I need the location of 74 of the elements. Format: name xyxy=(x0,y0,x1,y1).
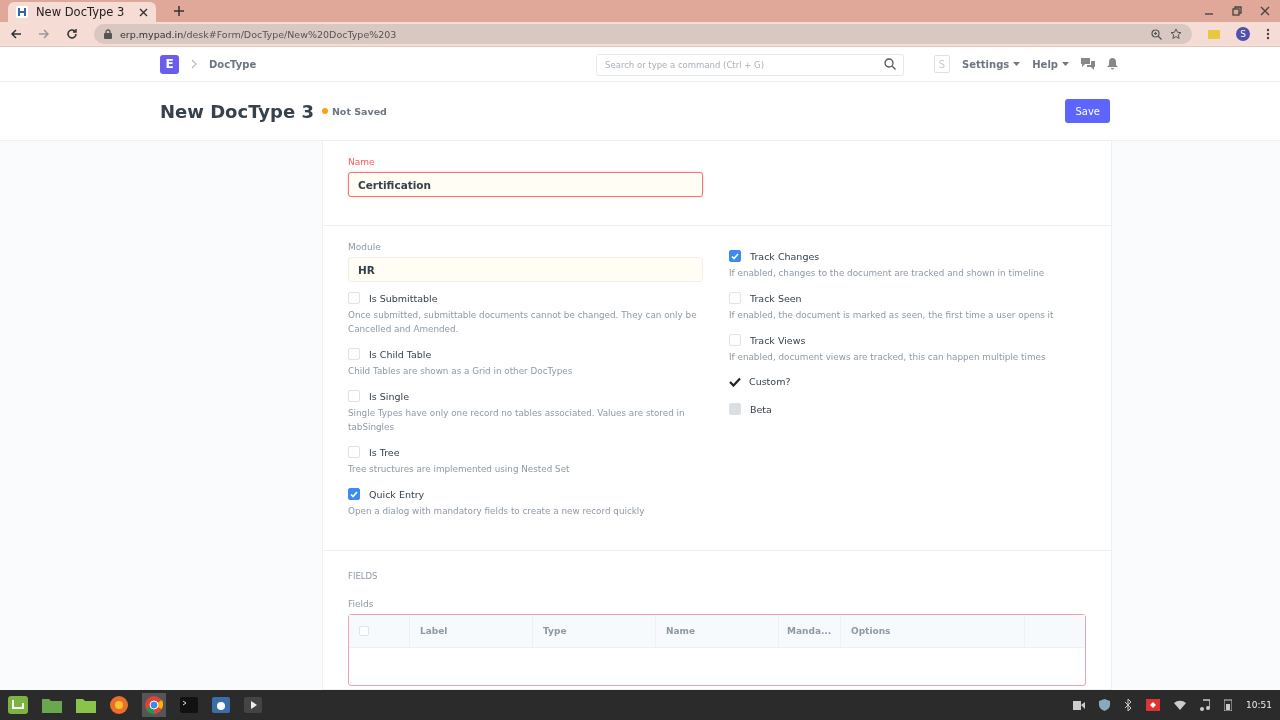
column-header: Options xyxy=(841,615,1025,647)
checkbox-label: Track Views xyxy=(750,334,806,346)
checkbox-label: Quick Entry xyxy=(369,488,425,500)
checkbox[interactable] xyxy=(729,250,741,262)
browser-icon[interactable] xyxy=(110,696,128,714)
battery-icon[interactable] xyxy=(1224,699,1233,711)
checkbox-label: Is Single xyxy=(369,390,409,402)
status-indicator: Not Saved xyxy=(321,105,387,117)
music-icon[interactable] xyxy=(1200,699,1211,711)
help-text: Open a dialog with mandatory fields to create a new record quickly xyxy=(348,505,646,518)
chat-icon[interactable] xyxy=(1081,58,1095,70)
app-logo[interactable]: E xyxy=(160,54,179,74)
checkbox-label: Is Tree xyxy=(369,446,400,458)
column-header: Name xyxy=(656,615,779,647)
field-label: Fields xyxy=(348,599,374,609)
checkbox-label: Track Seen xyxy=(750,292,802,304)
help-text: If enabled, changes to the document are tracked and shown in timeline xyxy=(729,267,1046,280)
back-icon[interactable] xyxy=(10,28,22,40)
site-icon xyxy=(16,6,28,18)
name-field[interactable]: Certification xyxy=(348,172,703,197)
section-heading: FIELDS xyxy=(348,571,378,581)
checkbox[interactable] xyxy=(348,488,360,500)
column-header: Type xyxy=(533,615,656,647)
camera-icon[interactable] xyxy=(212,697,230,713)
module-field[interactable]: HR xyxy=(348,257,703,282)
close-icon[interactable] xyxy=(1260,6,1270,16)
lock-icon xyxy=(104,29,112,39)
tab-title: New DocType 3 xyxy=(36,5,126,19)
nav-menu[interactable]: Settings xyxy=(962,58,1021,70)
folder-icon[interactable] xyxy=(42,697,62,713)
field-label: Module xyxy=(348,242,381,252)
reload-icon[interactable] xyxy=(66,28,78,40)
help-text: Child Tables are shown as a Grid in other DocTypes xyxy=(348,365,574,378)
clock: 10:51 xyxy=(1246,700,1272,710)
caret-icon xyxy=(1013,62,1021,66)
restore-icon[interactable] xyxy=(1232,6,1242,16)
star-icon[interactable] xyxy=(1170,28,1182,40)
terminal-icon[interactable] xyxy=(180,697,198,713)
breadcrumb-link[interactable]: DocType xyxy=(209,58,257,70)
address-field[interactable]: erp.mypad.in/desk#Form/DocType/New%20DocType%203 xyxy=(94,24,1192,44)
search-icon xyxy=(884,58,897,70)
profile-avatar[interactable]: S xyxy=(1236,27,1250,41)
wifi-icon[interactable] xyxy=(1174,700,1187,710)
search-field[interactable]: Search or type a command (Ctrl + G) xyxy=(596,54,905,76)
browser-icon[interactable] xyxy=(142,693,166,717)
zoom-icon[interactable] xyxy=(1151,28,1162,40)
nav-menu[interactable]: Help xyxy=(1032,58,1069,70)
checkbox-label: Beta xyxy=(750,403,772,415)
save-button[interactable]: Save xyxy=(1065,99,1110,123)
caret-icon xyxy=(1062,62,1069,66)
column-header: Label xyxy=(410,615,533,647)
help-text: Once submitted, submittable documents cannot be changed. They can only be Cancelled and Amended. xyxy=(348,309,698,336)
checkbox-label: Track Changes xyxy=(750,250,820,262)
help-text: If enabled, the document is marked as seen, the first time a user opens it xyxy=(729,309,1055,322)
page-title: New DocType 3 xyxy=(160,100,314,122)
checkbox-label: Custom? xyxy=(749,376,791,387)
chevron-icon xyxy=(191,59,197,69)
folder-icon[interactable] xyxy=(76,697,96,713)
field-label: Name xyxy=(348,157,375,167)
close-icon[interactable] xyxy=(139,7,148,17)
new-tab-icon[interactable] xyxy=(174,6,184,16)
bluetooth-icon[interactable] xyxy=(1124,699,1133,711)
help-text: Tree structures are implemented using Nested Set xyxy=(348,463,571,476)
checkbox-label: Is Child Table xyxy=(369,348,432,360)
video-icon[interactable] xyxy=(1073,700,1086,710)
shield-icon[interactable] xyxy=(1099,699,1111,711)
help-text: If enabled, document views are tracked, this can happen multiple times xyxy=(729,351,1047,364)
bell-icon[interactable] xyxy=(1107,58,1118,70)
checkbox-label: Is Submittable xyxy=(369,292,438,304)
column-header: Manda... xyxy=(779,615,841,647)
play-icon[interactable] xyxy=(244,697,262,713)
help-text: Single Types have only one record no tables associated. Values are stored in tabSingles xyxy=(348,407,686,434)
browser-tab[interactable]: New DocType 3 xyxy=(8,2,156,22)
url-text: erp.mypad.in/desk#Form/DocType/New%20DocType%203 xyxy=(120,28,397,40)
